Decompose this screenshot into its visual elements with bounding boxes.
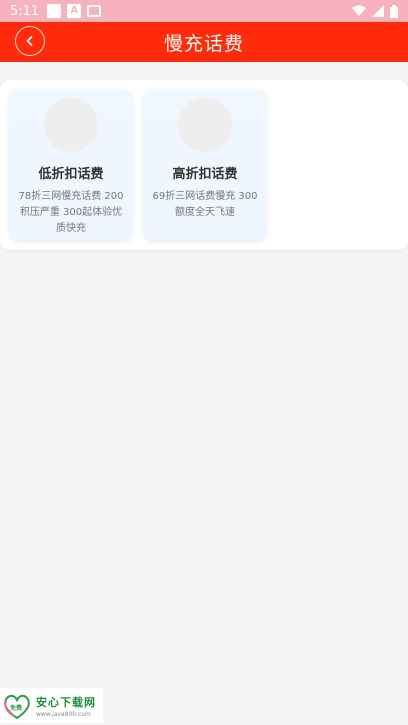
watermark-name: 安心下载网 (36, 695, 96, 709)
wifi-icon (352, 5, 366, 16)
watermark-url: www.java800.com (36, 710, 91, 718)
product-description: 78折三网慢充话费 200积压严重 300起体验优质快充 (18, 191, 124, 234)
product-icon-placeholder (44, 98, 98, 152)
watermark: 免费 安心下载网 www.java800.com (0, 688, 103, 723)
notification-box-icon (47, 4, 62, 18)
font-a-icon: A (67, 4, 82, 18)
product-card-low-discount[interactable]: 低折扣话费 78折三网慢充话费 200积压严重 300起体验优质快充 (9, 89, 133, 240)
product-grid: 低折扣话费 78折三网慢充话费 200积压严重 300起体验优质快充 高折扣话费… (0, 80, 408, 250)
battery-icon (390, 4, 398, 18)
product-description: 69折三网话费慢充 300额度全天飞速 (152, 191, 258, 218)
image-icon (87, 5, 102, 17)
status-time: 5:11 (10, 3, 40, 19)
watermark-logo-icon: 免费 (2, 691, 32, 721)
watermark-text: 安心下载网 www.java800.com (36, 694, 96, 718)
chevron-left-icon (26, 36, 33, 46)
product-name: 低折扣话费 (38, 167, 104, 182)
product-icon-placeholder (178, 98, 232, 152)
back-button[interactable] (15, 26, 45, 56)
app-bar: 慢充话费 (0, 22, 408, 62)
page-title: 慢充话费 (163, 32, 244, 55)
watermark-logo-text: 免费 (10, 704, 23, 712)
status-right-icons (352, 4, 398, 18)
product-card-high-discount[interactable]: 高折扣话费 69折三网话费慢充 300额度全天飞速 (143, 89, 267, 240)
status-bar: 5:11 A (0, 0, 408, 22)
product-name: 高折扣话费 (172, 167, 238, 182)
signal-icon (372, 5, 384, 17)
